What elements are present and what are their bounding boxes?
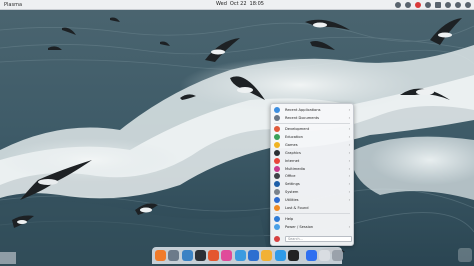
menu-item-lost-and-found[interactable]: Lost & Found [271,204,353,212]
multimedia-icon [274,165,280,172]
chevron-right-icon: › [348,134,350,139]
ink-icon[interactable] [287,250,299,261]
corner-launcher-button[interactable] [458,248,472,262]
chevron-right-icon: › [348,174,350,179]
mail-icon[interactable] [248,250,260,261]
tray-notifications-icon[interactable] [455,2,461,8]
clock-date: Oct 22 [229,1,247,7]
system-icon [274,189,280,196]
menu-item-label: Graphics [285,150,301,155]
chevron-right-icon: › [348,198,350,203]
tray-battery-icon[interactable] [435,2,441,8]
menu-item-label: Utilities [285,198,299,203]
chevron-right-icon: › [348,225,350,230]
tray-volume-icon[interactable] [445,2,451,8]
clock-time: 18:05 [249,1,264,7]
games-icon [274,141,280,148]
menu-item-multimedia[interactable]: Multimedia › [271,165,353,173]
application-menu: Recent Applications › Recent Documents ›… [270,103,354,246]
settings-icon[interactable] [181,250,193,261]
menu-item-recent-documents[interactable]: Recent Documents › [271,114,353,122]
tray-alert-icon[interactable] [415,2,421,8]
tray-clipboard-icon[interactable] [405,2,411,8]
menu-item-office[interactable]: Office › [271,173,353,181]
menu-category-list: Recent Applications › Recent Documents ›… [271,104,353,231]
menu-item-label: Games [285,142,298,147]
menu-item-internet[interactable]: Internet › [271,157,353,165]
menu-search-input[interactable]: Search... [285,236,352,242]
menu-item-label: Multimedia [285,166,305,171]
recent-applications-icon [274,106,280,113]
menu-item-label: Internet [285,158,300,163]
recent-documents-icon [274,114,280,121]
activities-button[interactable]: Plasma [0,2,22,8]
panel-clock[interactable]: Wed Oct 22 18:05 [216,1,264,7]
menu-item-label: Recent Applications [285,107,321,112]
internet-icon [274,157,280,164]
photos-icon[interactable] [261,250,273,261]
files-icon[interactable] [168,250,180,261]
folder-icon[interactable] [274,250,286,261]
menu-item-label: Office [285,174,296,179]
chevron-right-icon: › [348,190,350,195]
utilities-icon [274,197,280,204]
chevron-right-icon: › [348,158,350,163]
globe-icon[interactable] [234,250,246,261]
menu-separator [274,122,350,124]
trash-icon[interactable] [332,250,344,261]
dock [152,247,344,264]
menu-item-education[interactable]: Education › [271,133,353,141]
terminal-icon[interactable] [194,250,206,261]
office-icon [274,173,280,180]
chevron-right-icon: › [348,150,350,155]
menu-item-utilities[interactable]: Utilities › [271,196,353,204]
chevron-right-icon: › [348,107,350,112]
menu-item-label: Power / Session [285,225,314,230]
chevron-right-icon: › [348,142,350,147]
development-icon [274,125,280,132]
power-icon [274,224,280,231]
menu-item-development[interactable]: Development › [271,125,353,133]
tray-power-icon[interactable] [465,2,471,8]
menu-item-graphics[interactable]: Graphics › [271,149,353,157]
chevron-right-icon: › [348,126,350,131]
tray-network-icon[interactable] [425,2,431,8]
graphics-icon [274,149,280,156]
show-desktop-button[interactable] [0,252,16,264]
browser-icon[interactable] [208,250,220,261]
menu-separator [274,213,350,215]
menu-item-label: Development [285,126,310,131]
menu-item-label: System [285,190,299,195]
menu-item-power-session[interactable]: Power / Session › [271,223,353,231]
help-icon [274,216,280,223]
app-menu-icon[interactable] [305,250,317,261]
menu-item-label: Help [285,217,294,222]
menu-item-games[interactable]: Games › [271,141,353,149]
search-icon [274,236,280,242]
clock-day: Wed [216,1,227,7]
music-icon[interactable] [221,250,233,261]
menu-item-recent-applications[interactable]: Recent Applications › [271,106,353,114]
firefox-icon[interactable] [155,250,166,261]
desktop-wallpaper [0,0,474,266]
settings-icon [274,181,280,188]
chevron-right-icon: › [348,182,350,187]
education-icon [274,133,280,140]
menu-item-system[interactable]: System › [271,188,353,196]
lost-and-found-icon [274,205,280,212]
top-panel: Plasma Wed Oct 22 18:05 [0,0,474,10]
chevron-right-icon: › [348,166,350,171]
menu-item-settings[interactable]: Settings › [271,180,353,188]
system-tray [395,2,471,8]
tray-notes-icon[interactable] [395,2,401,8]
menu-item-label: Education [285,134,303,139]
menu-item-label: Settings [285,182,300,187]
menu-item-help[interactable]: Help [271,215,353,223]
menu-item-label: Recent Documents [285,115,320,120]
discover-icon[interactable] [318,250,330,261]
chevron-right-icon: › [348,115,350,120]
menu-item-label: Lost & Found [285,206,309,211]
